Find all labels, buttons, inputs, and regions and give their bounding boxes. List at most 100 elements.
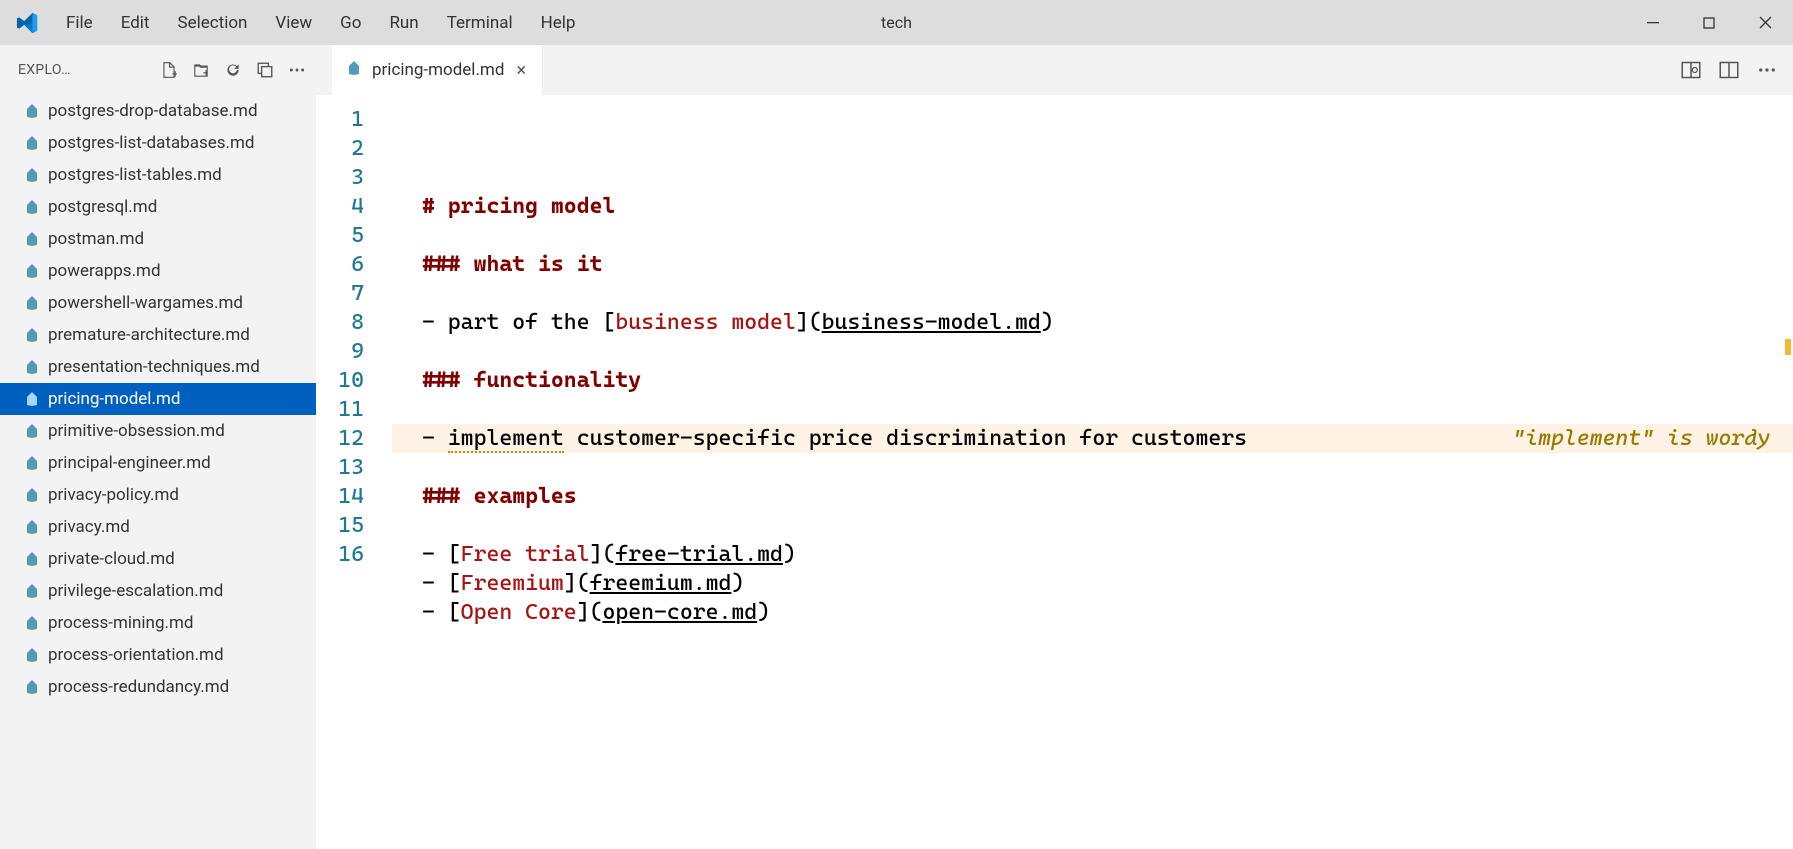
code-line-5[interactable]: - part of the [business model](business-… [392, 308, 1793, 337]
markdown-file-icon [24, 615, 40, 631]
code-line-14[interactable]: - [Freemium](freemium.md) [392, 569, 1793, 598]
tab-close-icon[interactable]: × [514, 58, 528, 83]
code-line-13[interactable]: - [Free trial](free-trial.md) [392, 540, 1793, 569]
file-item[interactable]: process-redundancy.md [0, 671, 316, 703]
code-line-10[interactable] [392, 453, 1793, 482]
code-line-4[interactable] [392, 279, 1793, 308]
file-name: process-mining.md [48, 613, 193, 633]
window-title: tech [881, 13, 912, 32]
markdown-file-icon [24, 519, 40, 535]
markdown-file-icon [24, 455, 40, 471]
file-item[interactable]: powerapps.md [0, 255, 316, 287]
file-name: privacy-policy.md [48, 485, 179, 505]
collapse-icon[interactable] [256, 61, 274, 79]
window-controls [1625, 0, 1793, 45]
tab-pricing-model[interactable]: pricing-model.md × [332, 45, 543, 95]
file-name: postman.md [48, 229, 144, 249]
code-line-16[interactable] [392, 627, 1793, 656]
menu-view[interactable]: View [261, 7, 326, 39]
explorer-title: EXPLO… [18, 62, 71, 78]
file-item[interactable]: privacy-policy.md [0, 479, 316, 511]
refresh-icon[interactable] [224, 61, 242, 79]
split-editor-icon[interactable] [1719, 60, 1739, 80]
menubar: FileEditSelectionViewGoRunTerminalHelp [52, 7, 589, 39]
code-line-2[interactable] [392, 221, 1793, 250]
file-item[interactable]: postgresql.md [0, 191, 316, 223]
more-icon[interactable] [288, 61, 306, 79]
markdown-file-icon [24, 391, 40, 407]
file-name: postgres-drop-database.md [48, 101, 258, 121]
file-name: postgres-list-tables.md [48, 165, 222, 185]
markdown-file-icon [24, 583, 40, 599]
markdown-file-icon [24, 423, 40, 439]
markdown-file-icon [346, 60, 362, 81]
vscode-logo-icon [16, 11, 40, 35]
file-item[interactable]: principal-engineer.md [0, 447, 316, 479]
file-name: privilege-escalation.md [48, 581, 223, 601]
code-line-6[interactable] [392, 337, 1793, 366]
file-name: principal-engineer.md [48, 453, 211, 473]
menu-go[interactable]: Go [326, 7, 375, 39]
markdown-file-icon [24, 263, 40, 279]
file-name: postgres-list-databases.md [48, 133, 255, 153]
menu-terminal[interactable]: Terminal [433, 7, 527, 39]
file-item[interactable]: premature-architecture.md [0, 319, 316, 351]
file-item[interactable]: postgres-list-databases.md [0, 127, 316, 159]
explorer-header: EXPLO… [0, 45, 316, 95]
code-content[interactable]: # pricing model ### what is it - part of… [392, 105, 1793, 849]
tab-filename: pricing-model.md [372, 60, 504, 80]
file-item[interactable]: privacy.md [0, 511, 316, 543]
file-item[interactable]: privilege-escalation.md [0, 575, 316, 607]
file-item[interactable]: process-orientation.md [0, 639, 316, 671]
file-item[interactable]: pricing-model.md [0, 383, 316, 415]
file-item[interactable]: process-mining.md [0, 607, 316, 639]
code-line-7[interactable]: ### functionality [392, 366, 1793, 395]
menu-selection[interactable]: Selection [163, 7, 261, 39]
file-name: pricing-model.md [48, 389, 180, 409]
overview-ruler-warning-icon [1785, 339, 1791, 355]
editor-more-icon[interactable] [1757, 60, 1777, 80]
file-item[interactable]: postman.md [0, 223, 316, 255]
file-item[interactable]: powershell-wargames.md [0, 287, 316, 319]
editor-area: pricing-model.md × 123456789101112131415… [316, 45, 1793, 849]
minimize-button[interactable] [1625, 0, 1681, 45]
file-item[interactable]: postgres-list-tables.md [0, 159, 316, 191]
file-name: postgresql.md [48, 197, 157, 217]
code-line-9[interactable]: - implement customer-specific price disc… [392, 424, 1793, 453]
maximize-button[interactable] [1681, 0, 1737, 45]
code-line-12[interactable] [392, 511, 1793, 540]
code-line-1[interactable]: # pricing model [392, 192, 1793, 221]
file-item[interactable]: postgres-drop-database.md [0, 95, 316, 127]
file-name: process-orientation.md [48, 645, 224, 665]
markdown-file-icon [24, 199, 40, 215]
code-line-8[interactable] [392, 395, 1793, 424]
new-folder-icon[interactable] [192, 61, 210, 79]
markdown-file-icon [24, 167, 40, 183]
markdown-file-icon [24, 647, 40, 663]
code-line-3[interactable]: ### what is it [392, 250, 1793, 279]
new-file-icon[interactable] [160, 61, 178, 79]
markdown-file-icon [24, 103, 40, 119]
editor-body[interactable]: 12345678910111213141516 # pricing model … [316, 105, 1793, 849]
file-name: primitive-obsession.md [48, 421, 225, 441]
close-button[interactable] [1737, 0, 1793, 45]
file-item[interactable]: primitive-obsession.md [0, 415, 316, 447]
file-item[interactable]: private-cloud.md [0, 543, 316, 575]
menu-edit[interactable]: Edit [107, 7, 164, 39]
menu-run[interactable]: Run [375, 7, 432, 39]
code-line-11[interactable]: ### examples [392, 482, 1793, 511]
markdown-file-icon [24, 231, 40, 247]
file-list[interactable]: postgres-drop-database.md postgres-list-d… [0, 95, 316, 849]
file-item[interactable]: presentation-techniques.md [0, 351, 316, 383]
file-name: private-cloud.md [48, 549, 175, 569]
markdown-file-icon [24, 135, 40, 151]
file-name: presentation-techniques.md [48, 357, 260, 377]
menu-help[interactable]: Help [527, 7, 590, 39]
code-line-15[interactable]: - [Open Core](open-core.md) [392, 598, 1793, 627]
file-name: premature-architecture.md [48, 325, 250, 345]
file-name: powerapps.md [48, 261, 161, 281]
menu-file[interactable]: File [52, 7, 107, 39]
markdown-file-icon [24, 295, 40, 311]
open-preview-side-icon[interactable] [1681, 60, 1701, 80]
explorer-sidebar: EXPLO… postgres-drop-database.mdpostgres… [0, 45, 316, 849]
